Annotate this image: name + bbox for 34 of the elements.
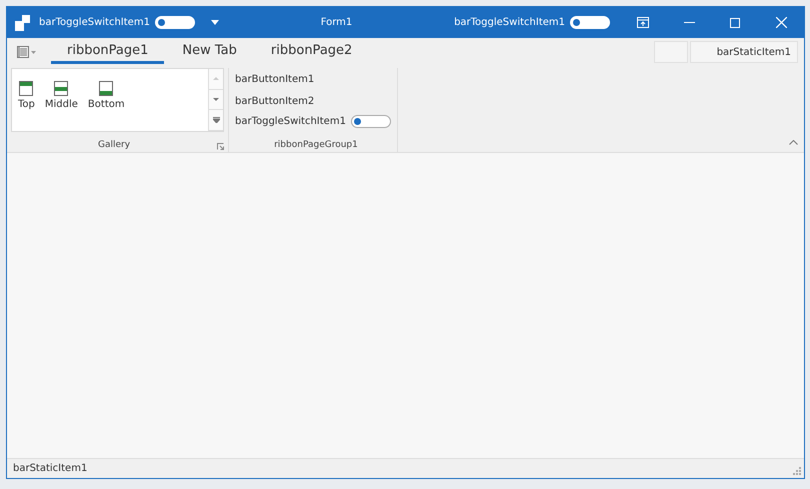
window-title: Form1 <box>320 17 354 28</box>
toggle-switch[interactable] <box>350 114 391 128</box>
dropdown-icon <box>212 117 220 124</box>
up-arrow-icon <box>213 77 219 80</box>
gallery-item-icon <box>54 81 68 96</box>
gallery-item-label[interactable]: Top <box>18 99 35 110</box>
gallery-item-icon <box>19 81 34 96</box>
chevron-up-icon <box>789 140 798 145</box>
minimize-icon <box>684 22 694 23</box>
gallery-item-label[interactable]: Middle <box>44 99 78 110</box>
toggle-label: barToggleSwitchItem1 <box>39 17 150 28</box>
app-logo-icon <box>15 14 31 30</box>
ribbon-tab[interactable]: ribbonPage2 <box>254 40 368 64</box>
close-icon <box>776 17 786 28</box>
gallery-dropdown-button[interactable] <box>209 110 223 132</box>
dialog-launcher-icon[interactable] <box>217 142 224 150</box>
maximize-icon <box>730 18 740 28</box>
ribbon-tab[interactable]: New Tab <box>166 40 253 64</box>
ribbon-display-icon <box>637 17 649 28</box>
group-caption: Gallery <box>98 140 130 152</box>
ribbon-button[interactable]: barButtonItem1 <box>235 68 397 90</box>
dropdown-caret-icon[interactable] <box>210 20 219 25</box>
toggle-label: barToggleSwitchItem1 <box>235 116 346 126</box>
application-menu-icon[interactable] <box>17 46 37 58</box>
scroll-down-button[interactable] <box>209 90 223 110</box>
gallery-item-icon <box>99 81 114 96</box>
gallery-item-label[interactable]: Bottom <box>88 99 125 110</box>
static-item[interactable]: barStaticItem1 <box>690 41 798 63</box>
status-text: barStaticItem1 <box>13 463 88 474</box>
down-arrow-icon <box>213 98 219 101</box>
toggle-label: barToggleSwitchItem1 <box>454 17 565 28</box>
group-caption: ribbonPageGroup1 <box>273 140 359 152</box>
ribbon-button[interactable]: barButtonItem2 <box>235 90 397 112</box>
size-grip-icon[interactable] <box>793 467 801 475</box>
